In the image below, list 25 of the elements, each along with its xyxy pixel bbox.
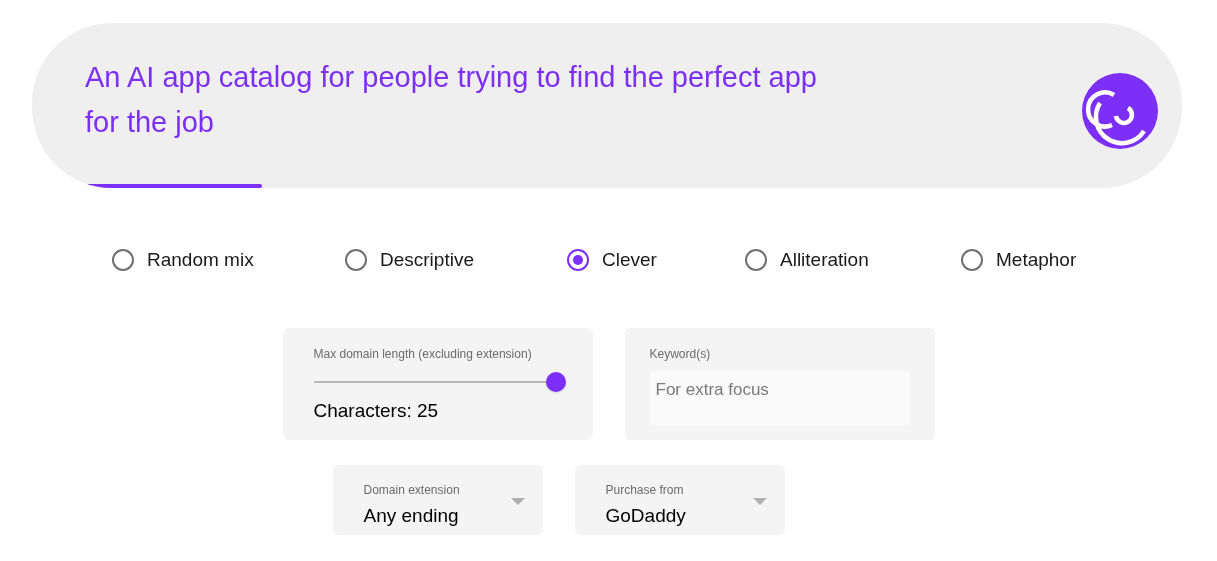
dropdown-label: Purchase from bbox=[605, 482, 685, 499]
slider-thumb[interactable] bbox=[545, 372, 566, 392]
caret-icon bbox=[752, 498, 767, 505]
radio-button[interactable] bbox=[345, 249, 367, 272]
radio-label[interactable]: Random mix bbox=[147, 246, 254, 275]
radio-button[interactable] bbox=[961, 249, 983, 272]
dropdown[interactable]: Purchase from GoDaddy bbox=[574, 465, 785, 535]
radio-button[interactable] bbox=[745, 249, 767, 272]
radio-label[interactable]: Clever bbox=[602, 246, 657, 275]
dropdown-value: Any ending bbox=[363, 504, 460, 528]
keyword-field[interactable]: For extra focus bbox=[649, 371, 910, 426]
radio-label[interactable]: Descriptive bbox=[380, 246, 474, 275]
tagline: An AI app catalog for people trying to find the perfect app for the job bbox=[85, 59, 818, 140]
radio-label[interactable]: Alliteration bbox=[780, 246, 869, 275]
caret-icon bbox=[510, 498, 525, 505]
length-label: Max domain length (excluding extension) bbox=[313, 346, 533, 363]
length-reading: Characters: 25 bbox=[313, 399, 440, 423]
dropdown-value: GoDaddy bbox=[605, 504, 687, 528]
keyword-label: Keyword(s) bbox=[649, 346, 712, 363]
dropdown-label: Domain extension bbox=[363, 482, 461, 499]
radio-button[interactable] bbox=[567, 249, 589, 272]
radio-button[interactable] bbox=[112, 249, 134, 272]
radio-label[interactable]: Metaphor bbox=[996, 246, 1077, 275]
dropdown[interactable]: Domain extension Any ending bbox=[332, 465, 543, 535]
logo-icon bbox=[1082, 72, 1158, 149]
